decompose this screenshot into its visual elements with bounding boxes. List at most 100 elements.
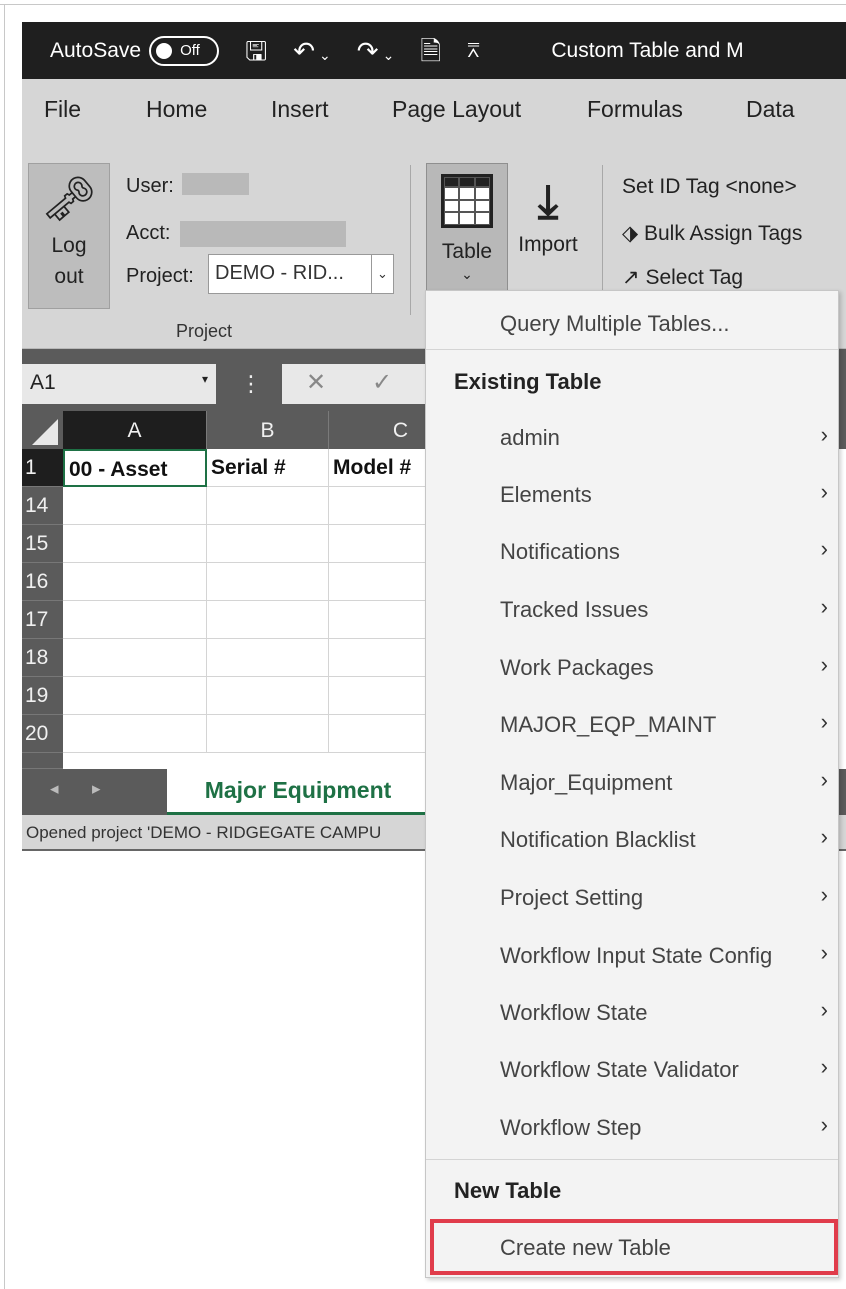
chevron-down-icon[interactable]: ▾ (202, 372, 208, 386)
set-id-tag-button[interactable]: Set ID Tag <none> (622, 175, 797, 199)
tab-page-layout[interactable]: Page Layout (392, 96, 521, 123)
menu-item-label: Notification Blacklist (500, 827, 696, 852)
menu-item-tracked-issues[interactable]: Tracked Issues › (426, 583, 838, 639)
redo-icon[interactable]: ↷ ⌄ (357, 38, 395, 64)
menu-item-work-packages[interactable]: Work Packages › (426, 641, 838, 697)
existing-table-header: Existing Table (454, 369, 602, 394)
autosave-toggle[interactable]: Off (149, 35, 220, 66)
bulk-assign-tags-button[interactable]: ⬗ Bulk Assign Tags (622, 221, 802, 246)
menu-item-workflow-state-validator[interactable]: Workflow State Validator › (426, 1043, 838, 1099)
menu-item-label: Workflow Input State Config (500, 943, 773, 968)
menu-item-admin[interactable]: admin › (426, 411, 838, 467)
redo-dropdown-icon[interactable]: ⌄ (383, 47, 395, 63)
tab-home[interactable]: Home (146, 96, 207, 123)
menu-item-notification-blacklist[interactable]: Notification Blacklist › (426, 813, 838, 869)
tab-insert[interactable]: Insert (271, 96, 329, 123)
grid-cell[interactable] (207, 563, 329, 601)
enter-check-icon[interactable]: ✓ (372, 368, 392, 397)
tab-data[interactable]: Data (746, 96, 795, 123)
grid-cell[interactable] (207, 487, 329, 525)
chevron-right-icon: › (820, 709, 828, 734)
row-header[interactable]: 14 (22, 487, 63, 525)
cancel-icon[interactable]: ✕ (306, 368, 326, 397)
column-header-b[interactable]: B (207, 411, 329, 449)
key-icon: 🗝 (41, 175, 97, 224)
tab-formulas[interactable]: Formulas (587, 96, 683, 123)
cell-b1[interactable]: Serial # (207, 449, 329, 487)
column-header-a[interactable]: A (63, 411, 207, 449)
ribbon-divider (410, 165, 411, 315)
cell-a1[interactable]: 00 - Asset (63, 449, 207, 487)
project-select[interactable]: DEMO - RID... ⌄ (208, 254, 394, 294)
row-header[interactable]: 17 (22, 601, 63, 639)
menu-item-notifications[interactable]: Notifications › (426, 525, 838, 581)
chevron-right-icon: › (820, 940, 828, 965)
row-header-1[interactable]: 1 (22, 449, 63, 487)
menu-item-label: Workflow Step (500, 1115, 642, 1140)
grid-cell[interactable] (63, 715, 207, 753)
menu-item-workflow-state[interactable]: Workflow State › (426, 986, 838, 1042)
screenshot-frame-left (4, 4, 5, 1289)
row-header[interactable]: 15 (22, 525, 63, 563)
document-title: Custom Table and M (551, 38, 744, 62)
menu-item-label: MAJOR_EQP_MAINT (500, 712, 717, 737)
project-group-label: Project (176, 321, 233, 341)
save-icon[interactable]: 🖫 (245, 38, 267, 64)
select-tag-icon: ↗ (622, 266, 646, 289)
menu-item-major-eqp-maint[interactable]: MAJOR_EQP_MAINT › (426, 698, 838, 754)
grid-cell[interactable] (207, 677, 329, 715)
bulk-assign-tags-label: Bulk Assign Tags (643, 222, 803, 245)
chevron-right-icon: › (820, 594, 828, 619)
project-label: Project: (126, 265, 194, 287)
row-header[interactable]: 16 (22, 563, 63, 601)
customize-toolbar-icon[interactable]: ⩞ (467, 41, 479, 61)
tab-file[interactable]: File (44, 96, 81, 123)
title-bar: AutoSave Off 🖫 ↶ ⌄ ↷ ⌄ 🗎 ⩞ Custom Table an… (22, 22, 846, 79)
grid-cell[interactable] (63, 563, 207, 601)
grid-cell[interactable] (63, 677, 207, 715)
print-preview-icon[interactable]: 🗎 (420, 38, 441, 64)
undo-icon[interactable]: ↶ ⌄ (293, 38, 331, 64)
menu-item-elements[interactable]: Elements › (426, 468, 838, 524)
table-button[interactable]: Table ⌄ (426, 163, 508, 309)
logout-button[interactable]: 🗝 Log out (28, 163, 110, 309)
autosave-state: Off (180, 42, 200, 59)
name-box[interactable]: A1 ▾ (22, 364, 216, 404)
import-button[interactable]: ⤓ Import (508, 163, 588, 309)
autosave-label: AutoSave (50, 38, 142, 62)
select-tag-label: Select Tag (645, 266, 744, 289)
grid-cell[interactable] (207, 525, 329, 563)
menu-item-workflow-input-state-config[interactable]: Workflow Input State Config › (426, 929, 838, 985)
menu-item-major-equipment[interactable]: Major_Equipment › (426, 756, 838, 812)
logout-label-line1: Log (51, 234, 87, 257)
name-box-value: A1 (30, 371, 56, 394)
menu-item-label: Tracked Issues (500, 597, 649, 622)
menu-item-workflow-step[interactable]: Workflow Step › (426, 1101, 838, 1157)
chevron-down-icon[interactable]: ⌄ (371, 255, 393, 293)
sheet-tab-major-equipment[interactable]: Major Equipment (167, 769, 429, 815)
undo-dropdown-icon[interactable]: ⌄ (319, 47, 331, 63)
select-tag-button[interactable]: ↗ Select Tag (622, 265, 743, 290)
select-all-corner[interactable] (22, 411, 63, 449)
grid-cell[interactable] (63, 601, 207, 639)
grid-cell[interactable] (63, 525, 207, 563)
grid-cell[interactable] (207, 601, 329, 639)
row-header[interactable]: 18 (22, 639, 63, 677)
row-header[interactable]: 19 (22, 677, 63, 715)
menu-item-query-multiple-tables[interactable]: Query Multiple Tables... (426, 297, 838, 353)
grid-cell[interactable] (63, 639, 207, 677)
chevron-left-icon[interactable]: ◂ (50, 779, 59, 799)
toggle-knob (156, 42, 173, 59)
chevron-right-icon: › (820, 652, 828, 677)
row-header[interactable]: 20 (22, 715, 63, 753)
row-header-partial (22, 753, 63, 769)
grid-cell[interactable] (207, 715, 329, 753)
grid-cell[interactable] (207, 639, 329, 677)
chevron-down-icon: ⌄ (461, 266, 473, 282)
more-options-icon[interactable]: ⋮ (240, 371, 262, 397)
menu-item-project-setting[interactable]: Project Setting › (426, 871, 838, 927)
grid-cell[interactable] (63, 487, 207, 525)
chevron-right-icon[interactable]: ▸ (92, 779, 101, 799)
chevron-right-icon: › (820, 422, 828, 447)
highlight-box (430, 1219, 838, 1275)
